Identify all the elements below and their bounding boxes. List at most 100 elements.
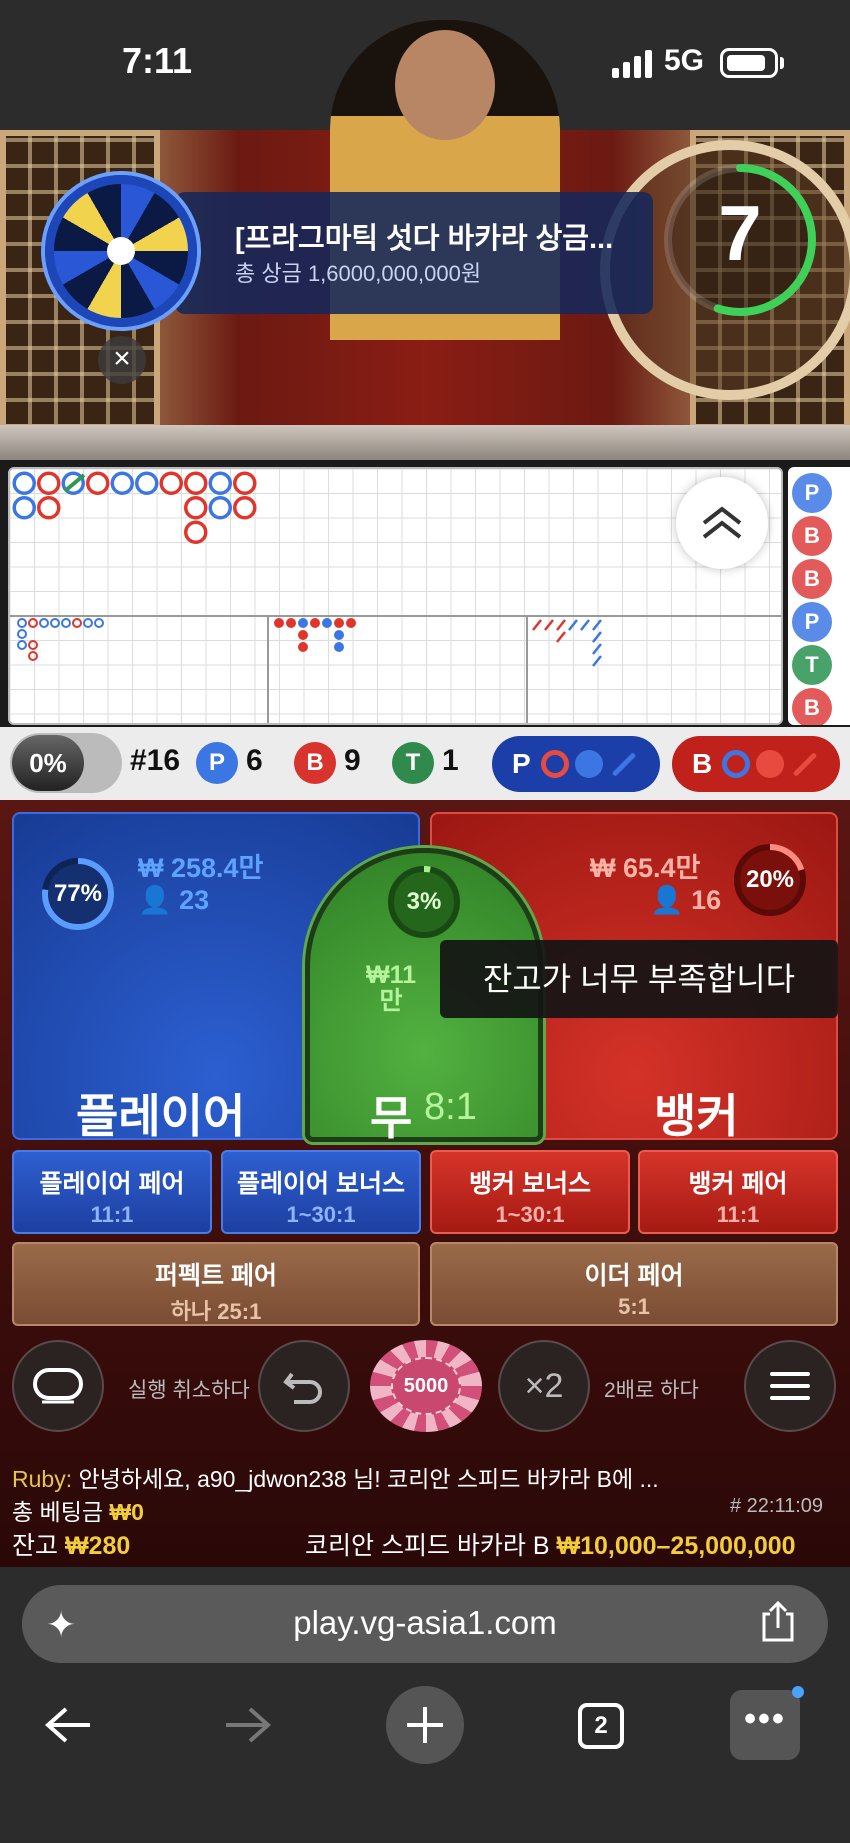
side-bet-label: 이더 페어 (584, 1262, 684, 1290)
banker-amount: ₩ 65.4만 (590, 853, 701, 883)
tie-odds: 8:1 (424, 1086, 477, 1128)
round-id: # 22:11:09 (730, 1495, 824, 1517)
table-icon (33, 1368, 83, 1404)
player-bettors-count: 23 (179, 885, 210, 915)
predict-banker-button[interactable]: B (672, 736, 840, 792)
roadmap[interactable] (8, 467, 783, 725)
back-button[interactable] (34, 1690, 104, 1760)
bead-ring (184, 471, 208, 495)
side-road-result: B (792, 559, 832, 599)
new-tab-button[interactable] (386, 1686, 464, 1764)
small-road-ring (94, 618, 104, 628)
bead-ring (135, 471, 159, 495)
plus-icon (407, 1707, 443, 1743)
small-road-ring (28, 618, 38, 628)
cockroach-slash (592, 643, 602, 655)
banker-percent-text: 20% (745, 866, 795, 893)
bead-dot (298, 630, 308, 640)
player-percent-text: 77% (53, 880, 103, 907)
big-road-ring-icon (722, 750, 751, 778)
banker-pair-bet[interactable]: 뱅커 페어 11:1 (638, 1150, 838, 1234)
side-bet-label: 뱅커 페어 (688, 1170, 788, 1198)
arrow-left-icon (44, 1707, 90, 1743)
small-road-ring (17, 640, 27, 650)
double-label: 2배로 하다 (604, 1379, 699, 1402)
table-edge (0, 425, 850, 460)
side-road-result: T (792, 645, 832, 685)
countdown-number: 7 (718, 189, 762, 277)
cockroach-slash (532, 619, 542, 631)
tabs-button[interactable]: 2 (578, 1703, 624, 1749)
player-bettors: 👤 23 (138, 884, 209, 916)
small-road-dot-icon (756, 750, 785, 778)
bead-dot (322, 618, 332, 628)
tie-label: 무 (370, 1092, 413, 1144)
perfect-pair-bet[interactable]: 퍼펙트 페어 하나 25:1 (12, 1242, 420, 1326)
bead-ring (208, 471, 232, 495)
small-road-ring (83, 618, 93, 628)
player-count: 6 (246, 744, 263, 777)
bead-ring (184, 496, 208, 520)
bead-ring (233, 496, 257, 520)
menu-button[interactable] (744, 1340, 836, 1432)
chip-selector[interactable]: 5000 (370, 1340, 482, 1432)
lobby-button[interactable] (12, 1340, 104, 1432)
side-bet-label: 뱅커 보너스 (469, 1170, 591, 1198)
predict-player-button[interactable]: P (492, 736, 660, 792)
balance-label: 잔고 (12, 1532, 65, 1560)
player-bonus-bet[interactable]: 플레이어 보너스 1~30:1 (221, 1150, 421, 1234)
banker-bettors-count: 16 (691, 885, 722, 915)
bead-dot (346, 618, 356, 628)
url-text[interactable]: play.vg-asia1.com (22, 1604, 828, 1642)
undo-button[interactable] (258, 1340, 350, 1432)
double-button[interactable]: ×2 (498, 1340, 590, 1432)
undo-label: 실행 취소하다 (128, 1379, 250, 1402)
balance: 잔고 ₩280 (12, 1526, 130, 1562)
network-type: 5G (664, 44, 705, 77)
banker-bonus-bet[interactable]: 뱅커 보너스 1~30:1 (430, 1150, 630, 1234)
battery-tip (780, 57, 784, 69)
small-road-ring (39, 618, 49, 628)
status-time: 7:11 (122, 40, 193, 81)
banker-count-badge: B (294, 742, 336, 784)
share-icon[interactable] (758, 1600, 798, 1644)
user-icon: 👤 (650, 885, 692, 915)
roadmap-grid (10, 469, 781, 723)
bead-ring (110, 471, 134, 495)
table-name: 코리안 스피드 바카라 B (305, 1532, 557, 1560)
side-bet-odds: 1~30:1 (495, 1202, 565, 1227)
arrow-right-icon (226, 1707, 272, 1743)
expand-roadmap-button[interactable] (676, 477, 768, 569)
round-number: #16 (130, 744, 181, 777)
bead-dot (298, 618, 308, 628)
undo-icon (283, 1372, 322, 1404)
chat-message[interactable]: Ruby: 안녕하세요, a90_jdwon238 님! 코리안 스피드 바카라… (12, 1460, 659, 1494)
bead-dot (310, 618, 320, 628)
player-pair-bet[interactable]: 플레이어 페어 11:1 (12, 1150, 212, 1234)
bead-ring (208, 496, 232, 520)
predict-player-label: P (512, 748, 531, 779)
small-road-ring (17, 618, 27, 628)
table-info: 코리안 스피드 바카라 B ₩10,000–25,000,000 (305, 1526, 796, 1562)
cockroach-slash (556, 619, 566, 631)
bead-ring (184, 520, 208, 544)
close-promo-button[interactable]: × (98, 336, 146, 384)
side-roadmap: PBBPTB (788, 467, 850, 725)
side-bet-odds: 5:1 (618, 1294, 650, 1319)
predict-banker-label: B (692, 748, 713, 779)
big-road-ring-icon (540, 750, 569, 778)
bead-dot (298, 642, 308, 652)
total-bet-label: 총 베팅금 (12, 1499, 110, 1525)
side-bet-odds: 1~30:1 (286, 1202, 356, 1227)
side-bet-label: 플레이어 페어 (39, 1170, 185, 1198)
more-button[interactable]: ••• (730, 1690, 800, 1760)
bead-dot (334, 618, 344, 628)
bead-ring (12, 471, 36, 495)
small-road-ring (28, 651, 38, 661)
either-pair-bet[interactable]: 이더 페어 5:1 (430, 1242, 838, 1326)
bead-dot (334, 642, 344, 652)
percent-toggle-knob[interactable]: 0% (12, 735, 84, 791)
small-road-dot-icon (574, 750, 603, 778)
forward-button[interactable] (212, 1690, 282, 1760)
table-limits: ₩10,000–25,000,000 (556, 1532, 796, 1560)
